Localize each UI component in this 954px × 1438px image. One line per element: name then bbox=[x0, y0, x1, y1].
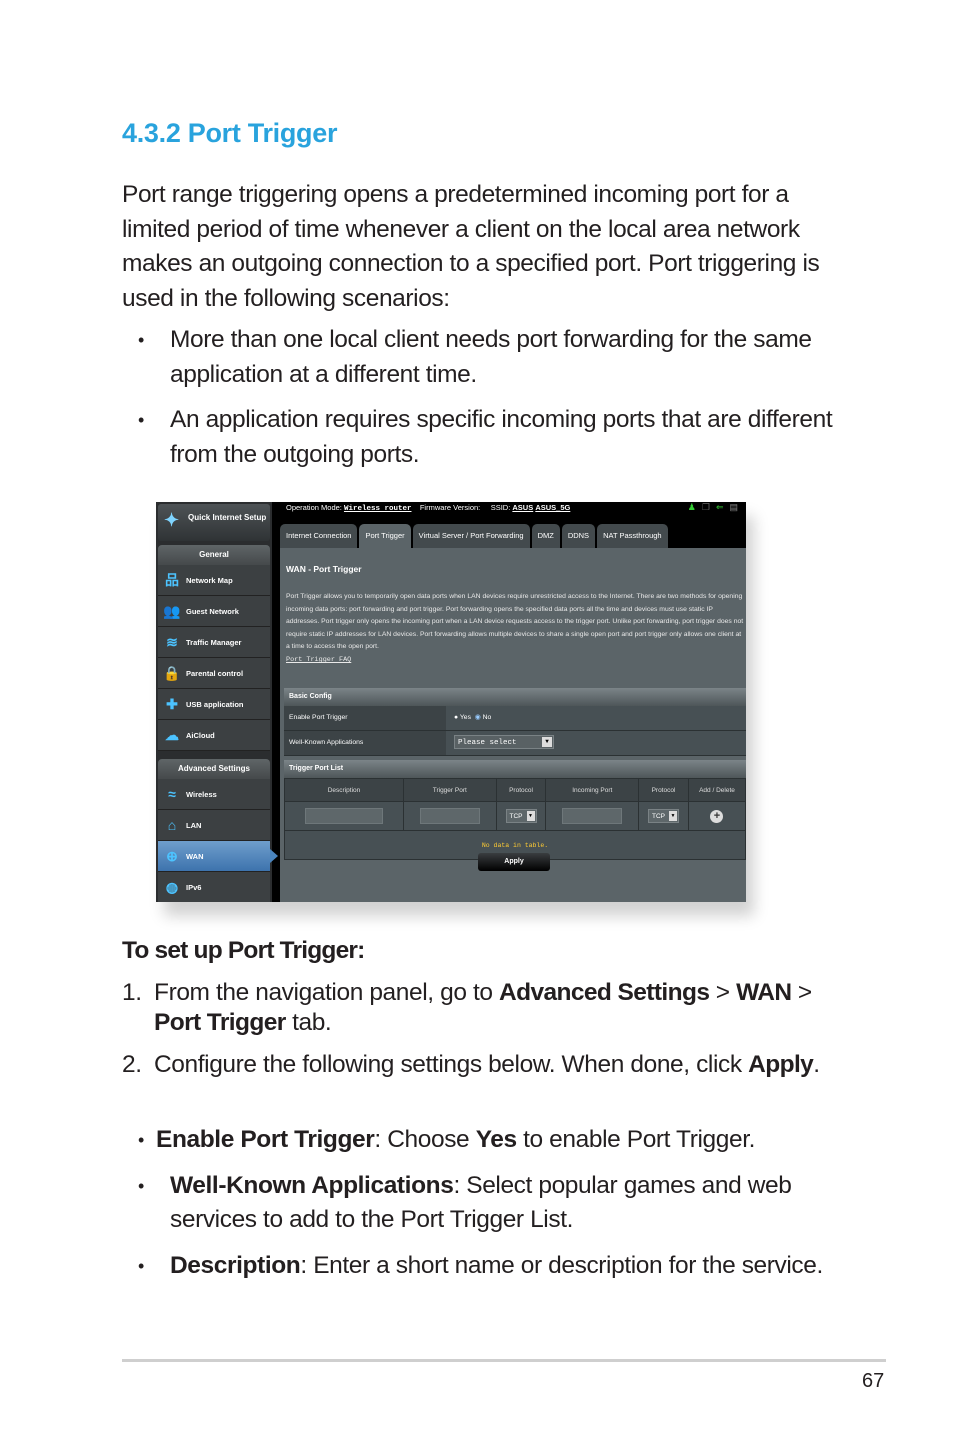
tab-virtual-server[interactable]: Virtual Server / Port Forwarding bbox=[412, 524, 530, 548]
router-screenshot: ✦ Quick Internet Setup General 品 Network … bbox=[156, 502, 746, 902]
sidebar-item-network-map[interactable]: 品 Network Map bbox=[158, 565, 270, 596]
content-area: WAN - Port Trigger Port Trigger allows y… bbox=[280, 548, 746, 902]
sidebar-item-usb-application[interactable]: ✚ USB application bbox=[158, 689, 270, 720]
lan-icon: ⌂ bbox=[167, 817, 177, 833]
usb-icon[interactable]: ⇐ bbox=[716, 502, 730, 512]
general-header: General bbox=[158, 545, 270, 565]
sidebar-item-guest-network[interactable]: 👥 Guest Network bbox=[158, 596, 270, 627]
trigger-port-input[interactable] bbox=[419, 808, 480, 824]
ipv6-icon: ◍ bbox=[165, 878, 179, 895]
setup-instructions: To set up Port Trigger: 1. From the navi… bbox=[122, 936, 842, 1092]
page-number: 67 bbox=[862, 1370, 885, 1392]
sidebar-item-label: AiCloud bbox=[186, 730, 215, 740]
sidebar-item-wan[interactable]: ⊕ WAN bbox=[158, 841, 278, 872]
sidebar-item-label: Wireless bbox=[186, 789, 217, 799]
add-icon[interactable]: + bbox=[710, 809, 724, 823]
sidebar-item-label: Traffic Manager bbox=[186, 637, 242, 647]
list-item: • Description: Enter a short name or desc… bbox=[138, 1251, 823, 1279]
enable-port-trigger-row: Enable Port Trigger ● Yes ◉ No bbox=[284, 706, 746, 731]
section-heading: 4.3.2 Port Trigger bbox=[122, 118, 338, 148]
sidebar-item-label: Network Map bbox=[186, 575, 233, 585]
description-input[interactable] bbox=[305, 808, 383, 824]
trigger-protocol-select[interactable]: TCP ▼ bbox=[505, 809, 537, 823]
wireless-icon: ≈ bbox=[168, 786, 176, 802]
tab-ddns[interactable]: DDNS bbox=[561, 524, 596, 548]
menu-icon[interactable]: ▤ bbox=[729, 502, 744, 512]
tab-internet-connection[interactable]: Internet Connection bbox=[280, 524, 358, 548]
sidebar-item-ipv6[interactable]: ◍ IPv6 bbox=[158, 872, 270, 902]
list-item: • More than one local client needs port f… bbox=[138, 326, 812, 388]
well-known-apps-select[interactable]: Please select ▼ bbox=[454, 735, 554, 750]
usb-application-icon: ✚ bbox=[166, 695, 178, 712]
footer-divider bbox=[122, 1359, 886, 1362]
no-radio[interactable]: ◉ bbox=[475, 714, 481, 721]
ssid-5g-link[interactable]: ASUS_5G bbox=[535, 503, 570, 512]
intro-paragraph: Port range triggering opens a predetermi… bbox=[122, 181, 820, 312]
chevron-down-icon: ▼ bbox=[526, 811, 535, 821]
parental-control-icon: 🔒 bbox=[163, 664, 181, 681]
tab-dmz[interactable]: DMZ bbox=[531, 524, 560, 548]
nav-panel: ✦ Quick Internet Setup General 品 Network … bbox=[156, 502, 278, 902]
sidebar-item-label: IPv6 bbox=[186, 882, 202, 892]
aicloud-icon: ☁ bbox=[165, 726, 179, 743]
sidebar-item-parental-control[interactable]: 🔒 Parental control bbox=[158, 658, 270, 689]
operation-mode-link[interactable]: Wireless router bbox=[344, 505, 412, 513]
table-row: TCP ▼ TCP ▼ + bbox=[284, 801, 746, 831]
sidebar-item-lan[interactable]: ⌂ LAN bbox=[158, 810, 270, 841]
apply-button[interactable]: Apply bbox=[478, 853, 550, 871]
column-header: Add / Delete bbox=[687, 778, 746, 802]
guest-network-icon: 👥 bbox=[163, 602, 181, 619]
sidebar-item-aicloud[interactable]: ☁ AiCloud bbox=[158, 720, 270, 751]
status-bar: Operation Mode: Wireless router Firmware… bbox=[286, 503, 571, 513]
trigger-port-list-header: Trigger Port List bbox=[284, 760, 746, 778]
wan-icon: ⊕ bbox=[166, 847, 178, 864]
yes-radio[interactable]: ● bbox=[454, 714, 458, 721]
step-2: 2. Configure the following settings belo… bbox=[122, 1051, 820, 1078]
incoming-port-input[interactable] bbox=[562, 808, 623, 824]
tab-port-trigger[interactable]: Port Trigger bbox=[359, 524, 411, 548]
chevron-down-icon: ▼ bbox=[542, 737, 552, 748]
quick-internet-setup-button[interactable]: ✦ Quick Internet Setup bbox=[158, 504, 270, 541]
basic-config-header: Basic Config bbox=[284, 688, 746, 706]
sidebar-item-label: WAN bbox=[186, 851, 204, 861]
step-1: 1. From the navigation panel, go to Adva… bbox=[122, 979, 812, 1036]
sidebar-item-label: LAN bbox=[186, 820, 202, 830]
page-title: WAN - Port Trigger bbox=[286, 564, 362, 574]
status-icons: ♟❐⇐▤ bbox=[688, 502, 744, 513]
column-header: Protocol bbox=[495, 778, 547, 802]
column-header: Protocol bbox=[638, 778, 689, 802]
tab-nat-passthrough[interactable]: NAT Passthrough bbox=[597, 524, 668, 548]
column-header: Description bbox=[284, 778, 404, 802]
list-item: • Enable Port Trigger: Choose Yes to enab… bbox=[138, 1126, 756, 1153]
network-map-icon: 品 bbox=[165, 572, 179, 588]
copy-icon[interactable]: ❐ bbox=[702, 502, 716, 512]
page-description: Port Trigger allows you to temporarily o… bbox=[286, 593, 744, 664]
sidebar-item-label: Guest Network bbox=[186, 606, 239, 616]
advanced-settings-header: Advanced Settings bbox=[158, 759, 270, 779]
incoming-protocol-select[interactable]: TCP ▼ bbox=[648, 809, 679, 823]
column-header: Trigger Port bbox=[403, 778, 497, 802]
tab-bar: Internet Connection Port Trigger Virtual… bbox=[280, 524, 670, 548]
users-icon[interactable]: ♟ bbox=[688, 502, 702, 512]
trigger-port-table: Description Trigger Port Protocol Incomi… bbox=[284, 778, 746, 860]
scenario-list: • More than one local client needs port f… bbox=[138, 323, 838, 483]
faq-link[interactable]: Port Trigger FAQ bbox=[286, 656, 351, 664]
chevron-down-icon: ▼ bbox=[669, 811, 677, 821]
sidebar-item-traffic-manager[interactable]: ≋ Traffic Manager bbox=[158, 627, 270, 658]
list-item: • Well-Known Applications: Select popular… bbox=[138, 1171, 792, 1234]
column-header: Incoming Port bbox=[545, 778, 640, 802]
main-panel: Operation Mode: Wireless router Firmware… bbox=[280, 502, 746, 902]
traffic-manager-icon: ≋ bbox=[166, 633, 178, 650]
settings-list: • Enable Port Trigger: Choose Yes to enab… bbox=[138, 1123, 838, 1294]
magic-wand-icon: ✦ bbox=[164, 510, 180, 530]
sidebar-item-label: Parental control bbox=[186, 668, 244, 678]
list-item: • An application requires specific incomi… bbox=[138, 406, 833, 468]
sidebar-item-wireless[interactable]: ≈ Wireless bbox=[158, 779, 270, 810]
setup-heading: To set up Port Trigger: bbox=[122, 937, 365, 964]
well-known-apps-row: Well-Known Applications Please select ▼ bbox=[284, 731, 746, 756]
ssid-link[interactable]: ASUS bbox=[512, 503, 533, 512]
sidebar-item-label: USB application bbox=[186, 699, 244, 709]
